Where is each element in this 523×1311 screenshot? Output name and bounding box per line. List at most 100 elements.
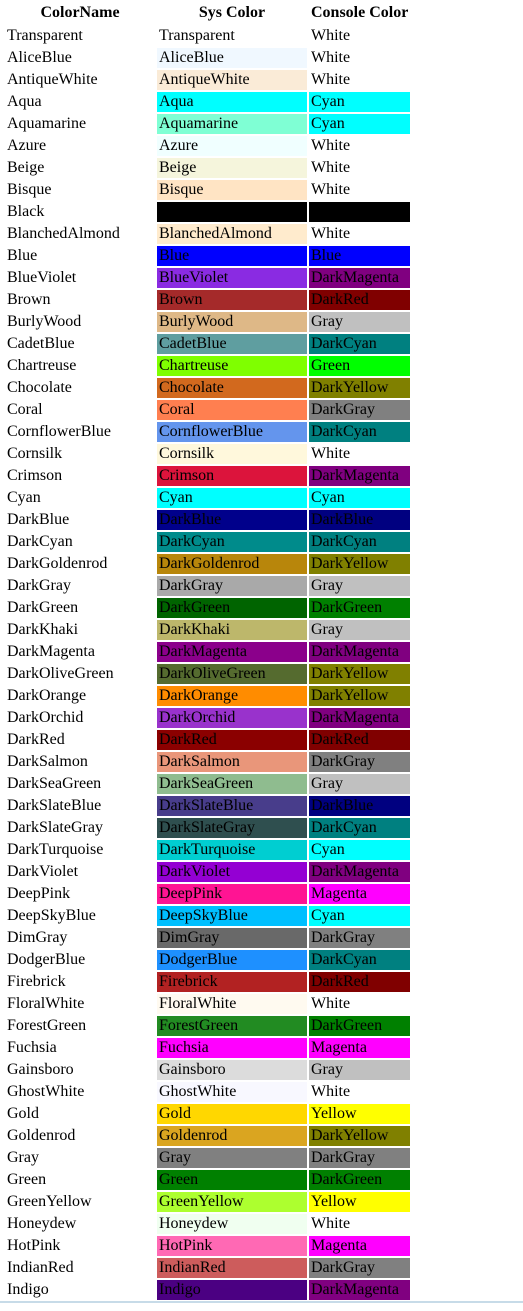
table-row: DarkViolet DarkViolet DarkMagenta xyxy=(5,862,411,882)
table-row: Crimson Crimson DarkMagenta xyxy=(5,466,411,486)
console-color-cell: DarkCyan xyxy=(309,532,411,552)
color-name-cell: Cyan xyxy=(7,489,41,506)
color-name-cell: Gold xyxy=(7,1105,39,1122)
color-name-cell: Fuchsia xyxy=(7,1039,57,1056)
sys-color-cell: HotPink xyxy=(157,1236,307,1256)
console-color-cell: DarkMagenta xyxy=(309,466,411,486)
color-name-cell: DodgerBlue xyxy=(7,951,86,968)
console-color-cell: DarkGray xyxy=(309,928,411,948)
console-color-cell: DarkCyan xyxy=(309,818,411,838)
console-color-cell: DarkCyan xyxy=(309,950,411,970)
console-color-cell: DarkYellow xyxy=(309,1126,411,1146)
console-color-cell: DarkGreen xyxy=(309,1170,411,1190)
sys-color-cell: Gainsboro xyxy=(157,1060,307,1080)
sys-color-cell: DarkTurquoise xyxy=(157,840,307,860)
color-name-cell: Brown xyxy=(7,291,51,308)
table-row: Cornsilk Cornsilk White xyxy=(5,444,411,464)
console-color-cell: White xyxy=(309,180,411,200)
table-row: DarkOrchid DarkOrchid DarkMagenta xyxy=(5,708,411,728)
sys-color-cell: AntiqueWhite xyxy=(157,70,307,90)
table-row: Firebrick Firebrick DarkRed xyxy=(5,972,411,992)
header-sys-color: Sys Color xyxy=(198,4,266,21)
table-row: Gray Gray DarkGray xyxy=(5,1148,411,1168)
table-row: DarkGray DarkGray Gray xyxy=(5,576,411,596)
table-row: Aqua Aqua Cyan xyxy=(5,92,411,112)
table-row: DarkMagenta DarkMagenta DarkMagenta xyxy=(5,642,411,662)
sys-color-cell: Bisque xyxy=(157,180,307,200)
console-color-cell: Black xyxy=(309,202,411,222)
console-color-cell: White xyxy=(309,994,411,1014)
color-name-cell: Chocolate xyxy=(7,379,72,396)
sys-color-cell: Beige xyxy=(157,158,307,178)
color-name-cell: DeepSkyBlue xyxy=(7,907,96,924)
sys-color-cell: BlueViolet xyxy=(157,268,307,288)
console-color-cell: DarkMagenta xyxy=(309,642,411,662)
sys-color-cell: Cornsilk xyxy=(157,444,307,464)
color-name-cell: Aqua xyxy=(7,93,42,110)
color-name-cell: BlueViolet xyxy=(7,269,77,286)
console-color-cell: White xyxy=(309,158,411,178)
sys-color-cell: DarkSeaGreen xyxy=(157,774,307,794)
sys-color-cell: Crimson xyxy=(157,466,307,486)
console-color-cell: DarkYellow xyxy=(309,664,411,684)
console-color-cell: White xyxy=(309,1082,411,1102)
console-color-cell: DarkGray xyxy=(309,1148,411,1168)
color-name-cell: DarkOliveGreen xyxy=(7,665,114,682)
sys-color-cell: Blue xyxy=(157,246,307,266)
table-row: GreenYellow GreenYellow Yellow xyxy=(5,1192,411,1212)
color-name-cell: IndianRed xyxy=(7,1259,74,1276)
table-row: Gainsboro Gainsboro Gray xyxy=(5,1060,411,1080)
sys-color-cell: DarkGreen xyxy=(157,598,307,618)
console-color-cell: Magenta xyxy=(309,1236,411,1256)
color-name-cell: BlanchedAlmond xyxy=(7,225,120,242)
console-color-cell: DarkMagenta xyxy=(309,708,411,728)
console-color-cell: DarkRed xyxy=(309,290,411,310)
sys-color-cell: DarkOliveGreen xyxy=(157,664,307,684)
table-row: DarkOliveGreen DarkOliveGreen DarkYellow xyxy=(5,664,411,684)
table-row: Gold Gold Yellow xyxy=(5,1104,411,1124)
sys-color-cell: CadetBlue xyxy=(157,334,307,354)
console-color-cell: DarkMagenta xyxy=(309,1280,411,1300)
color-name-cell: DarkGreen xyxy=(7,599,79,616)
header-colorname: ColorName xyxy=(40,4,120,21)
table-row: GhostWhite GhostWhite White xyxy=(5,1082,411,1102)
table-row: BlueViolet BlueViolet DarkMagenta xyxy=(5,268,411,288)
console-color-cell: White xyxy=(309,444,411,464)
sys-color-cell: AliceBlue xyxy=(157,48,307,68)
color-name-cell: AntiqueWhite xyxy=(7,71,98,88)
sys-color-cell: DeepPink xyxy=(157,884,307,904)
sys-color-cell: Brown xyxy=(157,290,307,310)
color-name-cell: Bisque xyxy=(7,181,52,198)
table-row: DeepSkyBlue DeepSkyBlue Cyan xyxy=(5,906,411,926)
sys-color-cell: Gray xyxy=(157,1148,307,1168)
sys-color-cell: DarkOrchid xyxy=(157,708,307,728)
color-name-cell: Green xyxy=(7,1171,47,1188)
table-row: DarkGreen DarkGreen DarkGreen xyxy=(5,598,411,618)
sys-color-cell: DarkCyan xyxy=(157,532,307,552)
sys-color-cell: Honeydew xyxy=(157,1214,307,1234)
color-name-cell: DarkSlateGray xyxy=(7,819,103,836)
console-color-cell: White xyxy=(309,70,411,90)
sys-color-cell: Azure xyxy=(157,136,307,156)
sys-color-cell: Aqua xyxy=(157,92,307,112)
console-color-cell: Cyan xyxy=(309,840,411,860)
console-color-cell: DarkGreen xyxy=(309,598,411,618)
console-color-cell: Magenta xyxy=(309,1038,411,1058)
color-name-cell: CornflowerBlue xyxy=(7,423,111,440)
sys-color-cell: DarkSlateGray xyxy=(157,818,307,838)
sys-color-cell: GhostWhite xyxy=(157,1082,307,1102)
page-bottom-divider xyxy=(0,1301,523,1303)
color-name-cell: HotPink xyxy=(7,1237,61,1254)
table-row: Green Green DarkGreen xyxy=(5,1170,411,1190)
table-row: DarkTurquoise DarkTurquoise Cyan xyxy=(5,840,411,860)
color-name-cell: Aquamarine xyxy=(7,115,87,132)
sys-color-cell: DarkMagenta xyxy=(157,642,307,662)
table-row: Fuchsia Fuchsia Magenta xyxy=(5,1038,411,1058)
sys-color-cell: Goldenrod xyxy=(157,1126,307,1146)
color-name-cell: Coral xyxy=(7,401,43,418)
sys-color-cell: GreenYellow xyxy=(157,1192,307,1212)
console-color-cell: White xyxy=(309,48,411,68)
sys-color-cell: DarkRed xyxy=(157,730,307,750)
sys-color-cell: Aquamarine xyxy=(157,114,307,134)
sys-color-cell: Cyan xyxy=(157,488,307,508)
